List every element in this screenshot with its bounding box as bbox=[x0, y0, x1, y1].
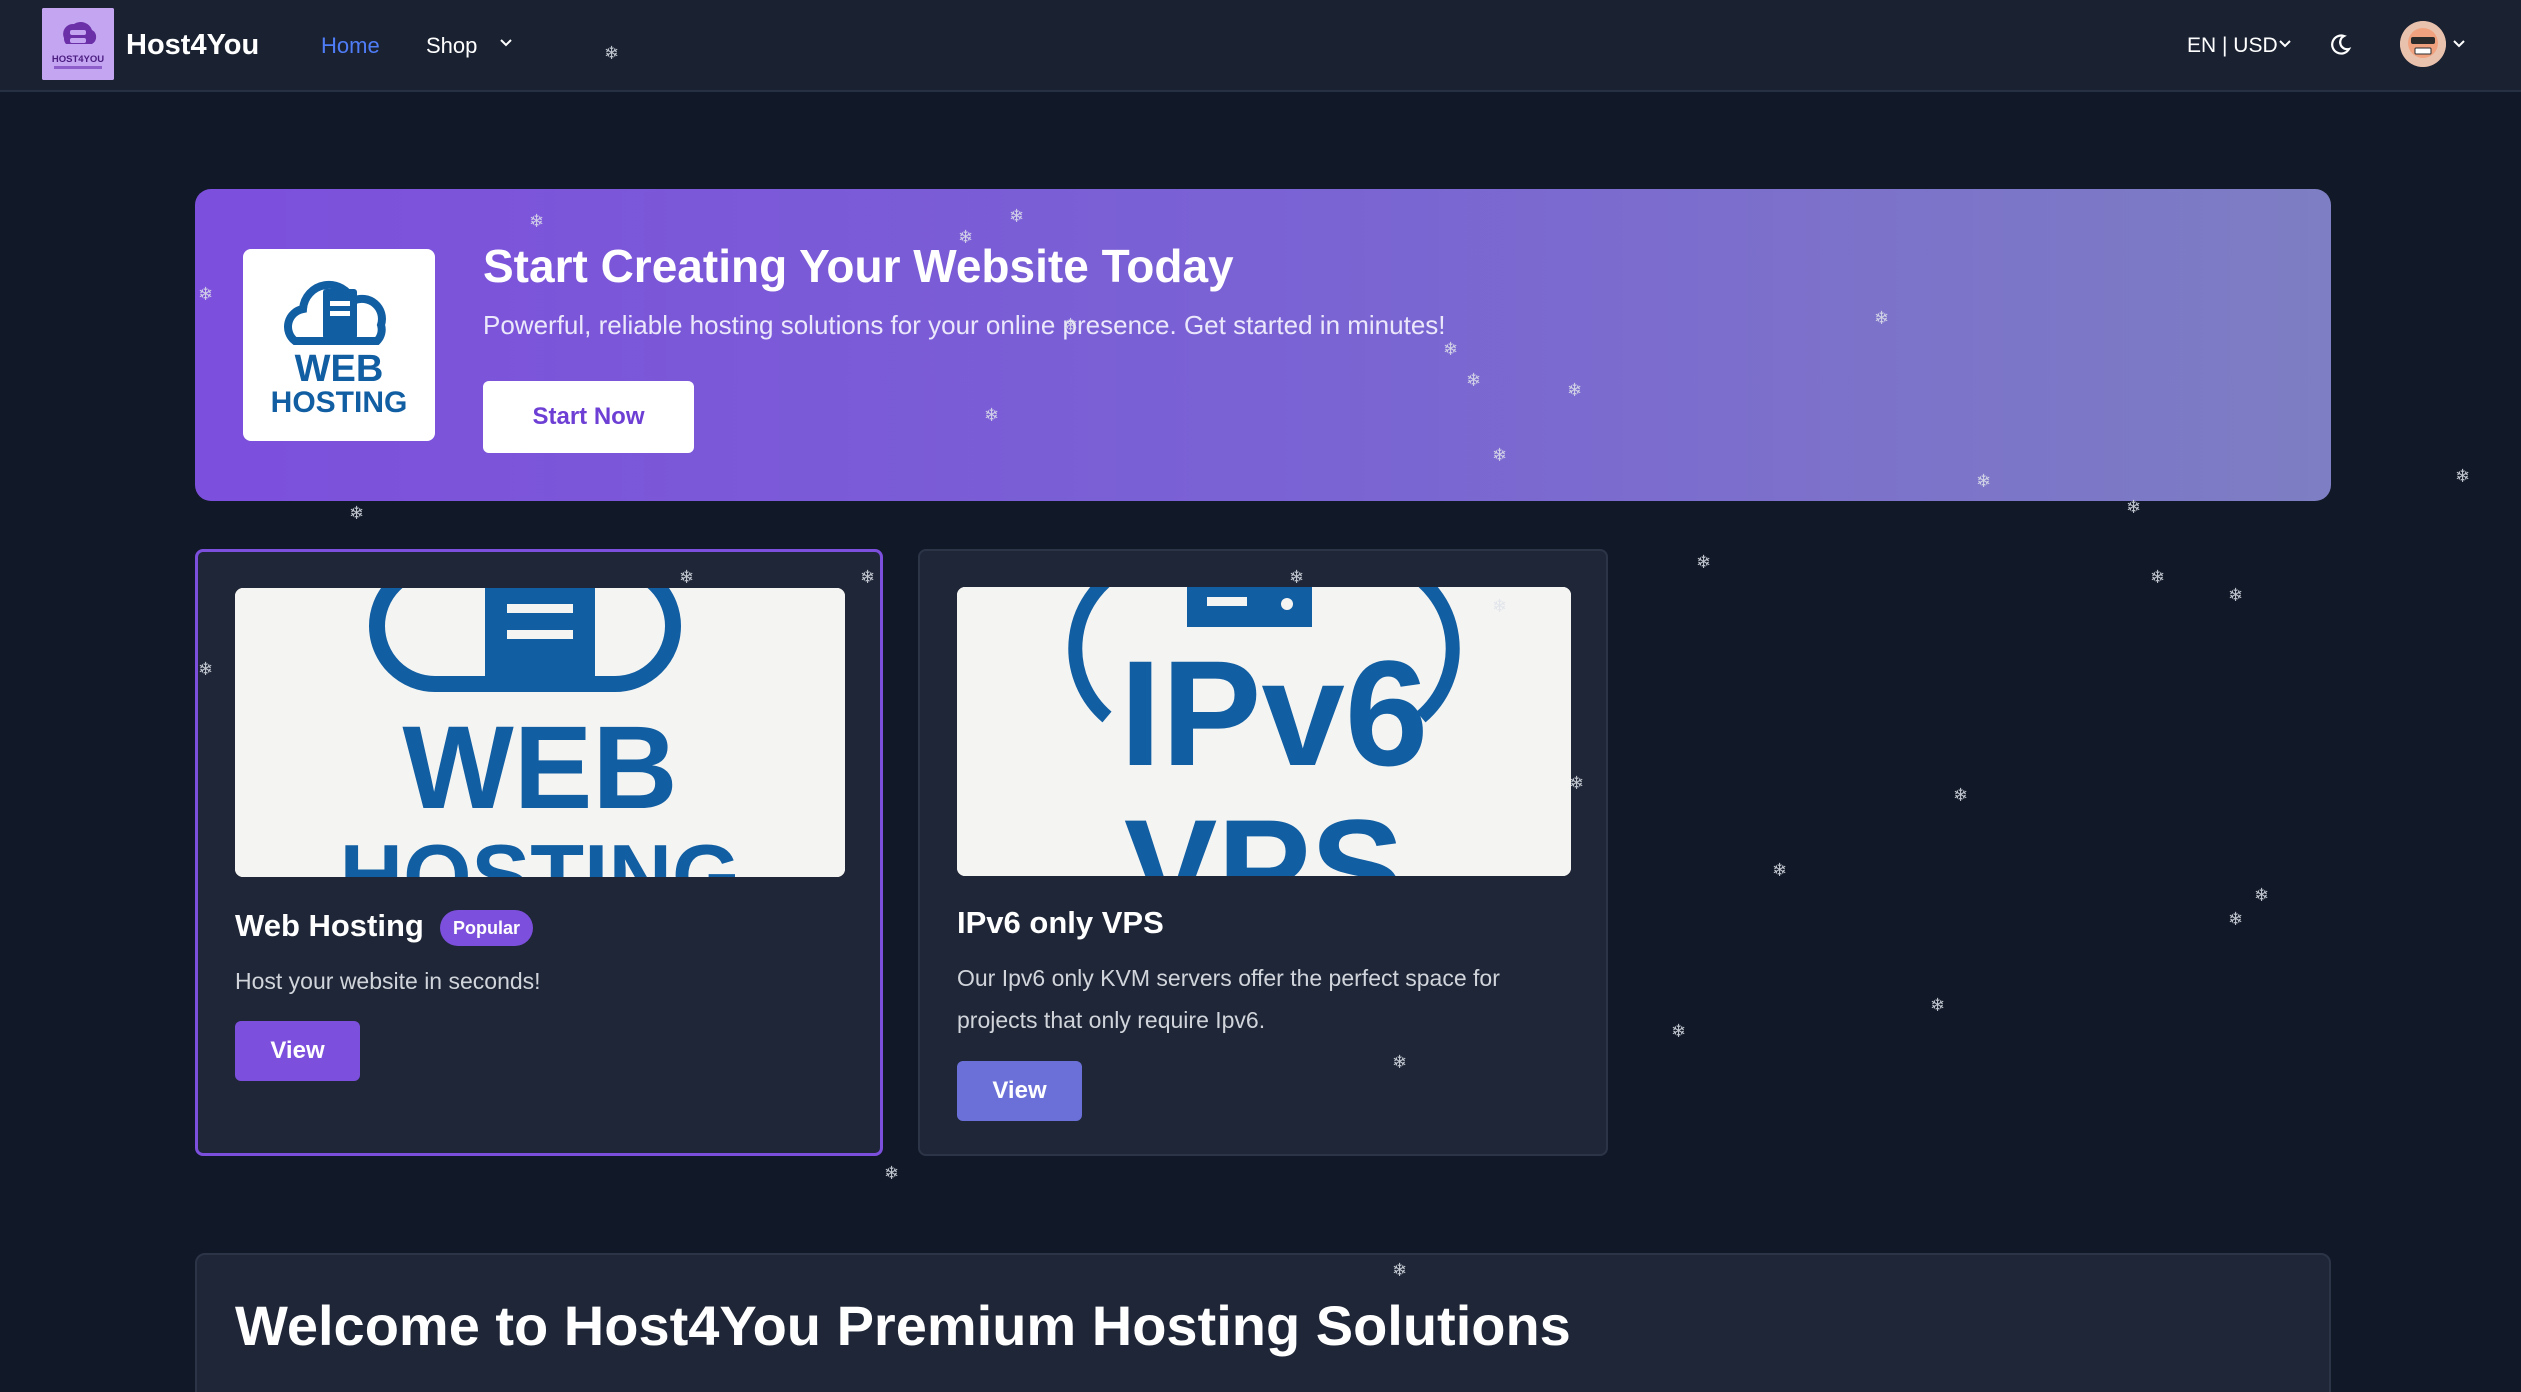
snowflake-icon: ❄ bbox=[1671, 1021, 1687, 1041]
language-currency-selector[interactable]: EN | USD bbox=[2187, 34, 2278, 58]
start-now-button[interactable]: Start Now bbox=[483, 381, 694, 453]
snowflake-icon: ❄ bbox=[1930, 995, 1946, 1015]
snowflake-icon: ❄ bbox=[1953, 785, 1969, 805]
moon-icon[interactable] bbox=[2327, 32, 2353, 58]
nav-shop-link[interactable]: Shop bbox=[426, 33, 477, 59]
product-description: Host your website in seconds! bbox=[235, 968, 541, 994]
view-button[interactable]: View bbox=[957, 1061, 1082, 1121]
snowflake-icon: ❄ bbox=[1696, 552, 1712, 572]
product-card-web-hosting[interactable]: WEB HOSTING Web Hosting Popular Host you… bbox=[195, 549, 883, 1156]
snowflake-icon: ❄ bbox=[349, 503, 365, 523]
image-text-line2: HOSTING bbox=[340, 826, 741, 877]
product-title: Web Hosting bbox=[235, 908, 424, 943]
hero-subtitle: Powerful, reliable hosting solutions for… bbox=[483, 310, 1446, 340]
logo-text: HOST4YOU bbox=[52, 54, 104, 65]
product-image-ipv6-vps: IPv6 VPS bbox=[957, 587, 1571, 876]
logo-line-web: WEB bbox=[295, 348, 384, 390]
chevron-down-icon[interactable] bbox=[2452, 38, 2466, 50]
popular-badge: Popular bbox=[440, 910, 534, 946]
snowflake-icon: ❄ bbox=[2254, 885, 2270, 905]
snowflake-icon: ❄ bbox=[2228, 909, 2244, 929]
product-image-web-hosting: WEB HOSTING bbox=[235, 588, 845, 877]
image-text-line1: IPv6 bbox=[1120, 629, 1429, 797]
nav-home-link[interactable]: Home bbox=[321, 33, 380, 59]
snowflake-icon: ❄ bbox=[884, 1163, 900, 1183]
product-card-ipv6-vps[interactable]: IPv6 VPS IPv6 only VPS Our Ipv6 only KVM… bbox=[918, 549, 1608, 1156]
snowflake-icon: ❄ bbox=[2150, 567, 2166, 587]
user-avatar[interactable] bbox=[2400, 21, 2446, 67]
snowflake-icon: ❄ bbox=[2455, 466, 2471, 486]
chevron-down-icon[interactable] bbox=[2278, 38, 2292, 50]
snowflake-icon: ❄ bbox=[2228, 585, 2244, 605]
snowflake-icon: ❄ bbox=[1772, 860, 1788, 880]
view-button[interactable]: View bbox=[235, 1021, 360, 1081]
product-title: IPv6 only VPS bbox=[957, 905, 1164, 940]
logo-line-hosting: HOSTING bbox=[271, 386, 408, 419]
welcome-section: Welcome to Host4You Premium Hosting Solu… bbox=[195, 1253, 2331, 1392]
image-text-line1: WEB bbox=[402, 702, 677, 834]
image-text-line2: VPS bbox=[1124, 790, 1404, 876]
chevron-down-icon[interactable] bbox=[498, 36, 514, 50]
web-hosting-logo: WEB HOSTING bbox=[243, 249, 435, 441]
hero-title: Start Creating Your Website Today bbox=[483, 240, 1234, 292]
page: HOST4YOU Host4You Home Shop EN | USD WEB… bbox=[0, 0, 2521, 1392]
brand-name[interactable]: Host4You bbox=[126, 29, 259, 62]
hero-banner: WEB HOSTING Start Creating Your Website … bbox=[195, 189, 2331, 501]
top-navbar: HOST4YOU Host4You Home Shop EN | USD bbox=[0, 0, 2521, 92]
brand-logo[interactable]: HOST4YOU bbox=[42, 8, 114, 80]
welcome-title: Welcome to Host4You Premium Hosting Solu… bbox=[235, 1294, 1571, 1357]
product-description: Our Ipv6 only KVM servers offer the perf… bbox=[957, 965, 1500, 1033]
